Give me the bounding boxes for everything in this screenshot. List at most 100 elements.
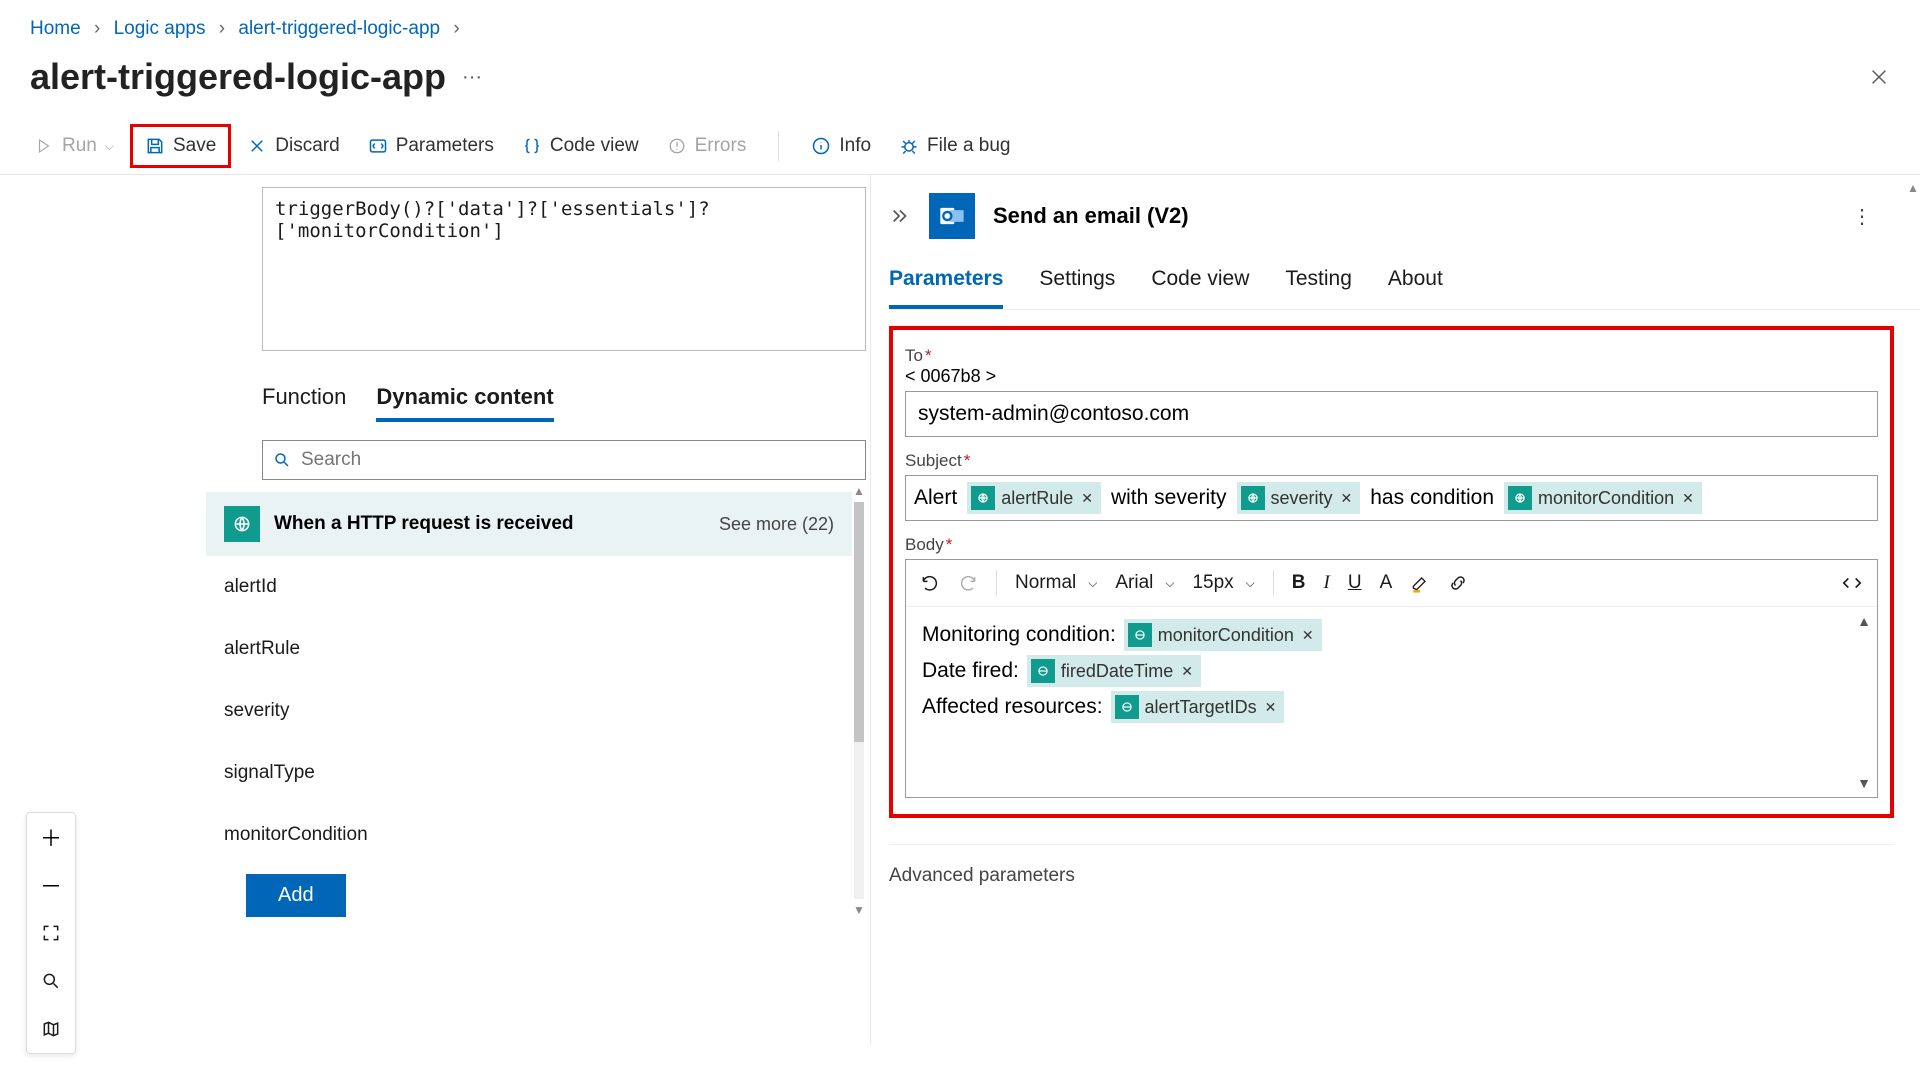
search-canvas-button[interactable] xyxy=(27,957,75,1005)
chevron-down-icon: ⌵ xyxy=(1246,576,1255,591)
expression-editor[interactable]: triggerBody()?['data']?['essentials']?['… xyxy=(262,187,866,351)
body-text: Date fired: xyxy=(922,659,1019,683)
file-bug-button[interactable]: File a bug xyxy=(887,127,1022,165)
link-icon[interactable] xyxy=(1448,573,1468,593)
body-editor[interactable]: Normal ⌵ Arial ⌵ 15px ⌵ B I U A Monitori… xyxy=(905,559,1878,798)
underline-icon[interactable]: U xyxy=(1348,572,1362,594)
remove-token-icon[interactable]: ✕ xyxy=(1341,490,1353,507)
zoom-in-button[interactable]: ＋ xyxy=(27,813,75,861)
subject-input[interactable]: Alert alertRule✕ with severity severity✕… xyxy=(905,475,1878,521)
token-alertrule[interactable]: alertRule✕ xyxy=(967,482,1101,514)
fit-screen-button[interactable] xyxy=(27,909,75,957)
parameters-button[interactable]: Parameters xyxy=(356,127,506,165)
bold-icon[interactable]: B xyxy=(1292,572,1306,594)
breadcrumb-app[interactable]: alert-triggered-logic-app xyxy=(238,18,440,39)
dc-item-alertid[interactable]: alertId xyxy=(206,556,852,618)
subject-text: Alert xyxy=(914,486,957,510)
remove-token-icon[interactable]: ✕ xyxy=(1081,490,1093,507)
token-severity[interactable]: severity✕ xyxy=(1237,482,1361,514)
zoom-out-button[interactable]: － xyxy=(27,861,75,909)
save-icon xyxy=(145,136,165,156)
errors-button[interactable]: Errors xyxy=(655,127,759,165)
collapse-icon[interactable] xyxy=(889,205,911,227)
close-icon[interactable] xyxy=(1868,66,1890,88)
search-input[interactable] xyxy=(301,449,855,471)
body-text: Affected resources: xyxy=(922,695,1103,719)
discard-button[interactable]: Discard xyxy=(235,127,351,165)
to-input[interactable] xyxy=(905,391,1878,437)
token-monitorcondition[interactable]: monitorCondition✕ xyxy=(1504,482,1702,514)
add-button[interactable]: Add xyxy=(246,874,346,917)
codeview-button[interactable]: Code view xyxy=(510,127,651,165)
scroll-down-icon[interactable]: ▼ xyxy=(853,903,865,917)
paragraph-style-select[interactable]: Normal ⌵ xyxy=(1015,572,1097,594)
token-fireddatetime[interactable]: firedDateTime✕ xyxy=(1027,655,1201,687)
bug-icon xyxy=(899,136,919,156)
search-box[interactable] xyxy=(262,440,866,480)
minimap-button[interactable] xyxy=(27,1005,75,1053)
tab-about[interactable]: About xyxy=(1388,267,1443,309)
run-button[interactable]: Run ⌵ xyxy=(22,127,126,165)
section-label: When a HTTP request is received xyxy=(274,513,574,535)
token-icon xyxy=(1031,659,1055,683)
dc-item-signaltype[interactable]: signalType xyxy=(206,742,852,804)
see-more-link[interactable]: See more (22) xyxy=(719,514,834,535)
action-title: Send an email (V2) xyxy=(993,203,1189,229)
dynamic-content-section-header[interactable]: When a HTTP request is received See more… xyxy=(206,492,852,556)
scrollbar-thumb[interactable] xyxy=(854,502,864,742)
action-panel: Send an email (V2) ⋮ Parameters Settings… xyxy=(870,175,1920,1045)
remove-token-icon[interactable]: ✕ xyxy=(1265,699,1277,716)
token-icon xyxy=(1128,623,1152,647)
subject-text: with severity xyxy=(1111,486,1227,510)
braces-icon xyxy=(522,136,542,156)
tab-settings[interactable]: Settings xyxy=(1039,267,1115,309)
body-text: Monitoring condition: xyxy=(922,623,1116,647)
toolbar: Run ⌵ Save Discard Parameters Code view … xyxy=(0,118,1920,175)
tab-function[interactable]: Function xyxy=(262,384,346,422)
font-color-icon[interactable]: A xyxy=(1380,572,1393,594)
expression-panel: triggerBody()?['data']?['essentials']?['… xyxy=(0,175,870,1045)
subject-text: has condition xyxy=(1370,486,1494,510)
action-more-icon[interactable]: ⋮ xyxy=(1852,204,1872,229)
body-label: Body* xyxy=(905,535,1878,555)
subject-label: Subject* xyxy=(905,451,1878,471)
font-select[interactable]: Arial ⌵ xyxy=(1115,572,1174,594)
error-icon xyxy=(667,136,687,156)
fontsize-select[interactable]: 15px ⌵ xyxy=(1192,572,1254,594)
advanced-parameters-label[interactable]: Advanced parameters xyxy=(889,844,1894,887)
more-icon[interactable]: ··· xyxy=(462,66,482,89)
highlight-icon[interactable] xyxy=(1410,573,1430,593)
remove-token-icon[interactable]: ✕ xyxy=(1302,627,1314,644)
separator xyxy=(778,131,779,161)
token-icon xyxy=(971,486,995,510)
dc-item-alertrule[interactable]: alertRule xyxy=(206,618,852,680)
breadcrumb: Home › Logic apps › alert-triggered-logi… xyxy=(0,0,1920,48)
http-trigger-icon xyxy=(224,506,260,542)
tab-dynamic-content[interactable]: Dynamic content xyxy=(376,384,553,422)
scroll-down-icon[interactable]: ▼ xyxy=(1857,775,1871,791)
editor-content[interactable]: Monitoring condition: monitorCondition✕ … xyxy=(906,607,1877,797)
remove-token-icon[interactable]: ✕ xyxy=(1682,490,1694,507)
tab-parameters[interactable]: Parameters xyxy=(889,267,1003,309)
editor-toolbar: Normal ⌵ Arial ⌵ 15px ⌵ B I U A xyxy=(906,560,1877,607)
save-button[interactable]: Save xyxy=(130,124,231,168)
italic-icon[interactable]: I xyxy=(1324,572,1330,594)
code-toggle-icon[interactable] xyxy=(1841,572,1863,594)
tab-testing[interactable]: Testing xyxy=(1285,267,1352,309)
info-button[interactable]: Info xyxy=(799,127,883,165)
remove-token-icon[interactable]: ✕ xyxy=(1181,663,1193,680)
breadcrumb-home[interactable]: Home xyxy=(30,18,81,39)
tab-codeview[interactable]: Code view xyxy=(1151,267,1249,309)
redo-icon[interactable] xyxy=(958,573,978,593)
breadcrumb-logicapps[interactable]: Logic apps xyxy=(114,18,206,39)
scroll-up-icon[interactable]: ▲ xyxy=(1857,613,1871,629)
scroll-up-icon[interactable]: ▲ xyxy=(853,484,865,498)
token-monitorcondition[interactable]: monitorCondition✕ xyxy=(1124,619,1322,651)
token-alerttargetids[interactable]: alertTargetIDs✕ xyxy=(1111,691,1285,723)
dc-item-monitorcondition[interactable]: monitorCondition xyxy=(206,804,852,866)
info-icon xyxy=(811,136,831,156)
dc-item-severity[interactable]: severity xyxy=(206,680,852,742)
undo-icon[interactable] xyxy=(920,573,940,593)
page-scroll-up-icon[interactable]: ▲ xyxy=(1907,181,1919,195)
play-icon xyxy=(34,136,54,156)
